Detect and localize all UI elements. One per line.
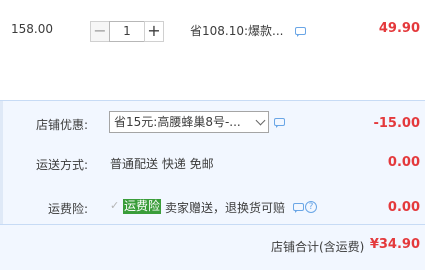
shop-total-bar: 店铺合计(含运费) ¥34.90 [0, 224, 425, 270]
shop-total-amount: ¥34.90 [369, 237, 420, 252]
panel-left-border [0, 101, 3, 225]
quantity-input[interactable]: 1 [109, 21, 145, 42]
increase-quantity-button[interactable]: + [144, 21, 164, 42]
message-icon[interactable] [274, 118, 285, 128]
shipping-insurance-label: 运费险: [48, 202, 89, 216]
insurance-checkbox[interactable]: ✓ [110, 200, 120, 211]
message-icon[interactable] [293, 203, 304, 213]
insurance-amount: 0.00 [387, 200, 420, 215]
message-icon[interactable] [295, 27, 306, 37]
item-promotion-text: 省108.10:爆款... [190, 24, 284, 38]
unit-price: 158.00 [11, 22, 53, 36]
chevron-down-icon [255, 115, 266, 126]
shop-discount-label: 店铺优惠: [36, 118, 89, 132]
order-item-row: 158.00 − 1 + 省108.10:爆款... 49.90 [0, 0, 425, 100]
shop-total-label: 店铺合计(含运费) [271, 240, 365, 254]
shop-discount-select[interactable]: 省15元:高腰蜂巢8号-... [109, 111, 269, 133]
insurance-tag: 运费险 [123, 199, 162, 214]
decrease-quantity-button[interactable]: − [90, 21, 110, 42]
quantity-stepper: − 1 + [90, 21, 165, 43]
insurance-description: 卖家赠送，退换货可赔 [165, 201, 286, 215]
shipping-method-value: 普通配送 快递 免邮 [110, 157, 214, 171]
item-subtotal: 49.90 [378, 21, 420, 36]
shop-discount-amount: -15.00 [373, 116, 420, 131]
shop-discount-selected-value: 省15元:高腰蜂巢8号-... [114, 115, 241, 129]
help-icon[interactable]: ? [305, 201, 317, 213]
shipping-amount: 0.00 [387, 155, 420, 170]
shipping-method-label: 运送方式: [36, 158, 89, 172]
